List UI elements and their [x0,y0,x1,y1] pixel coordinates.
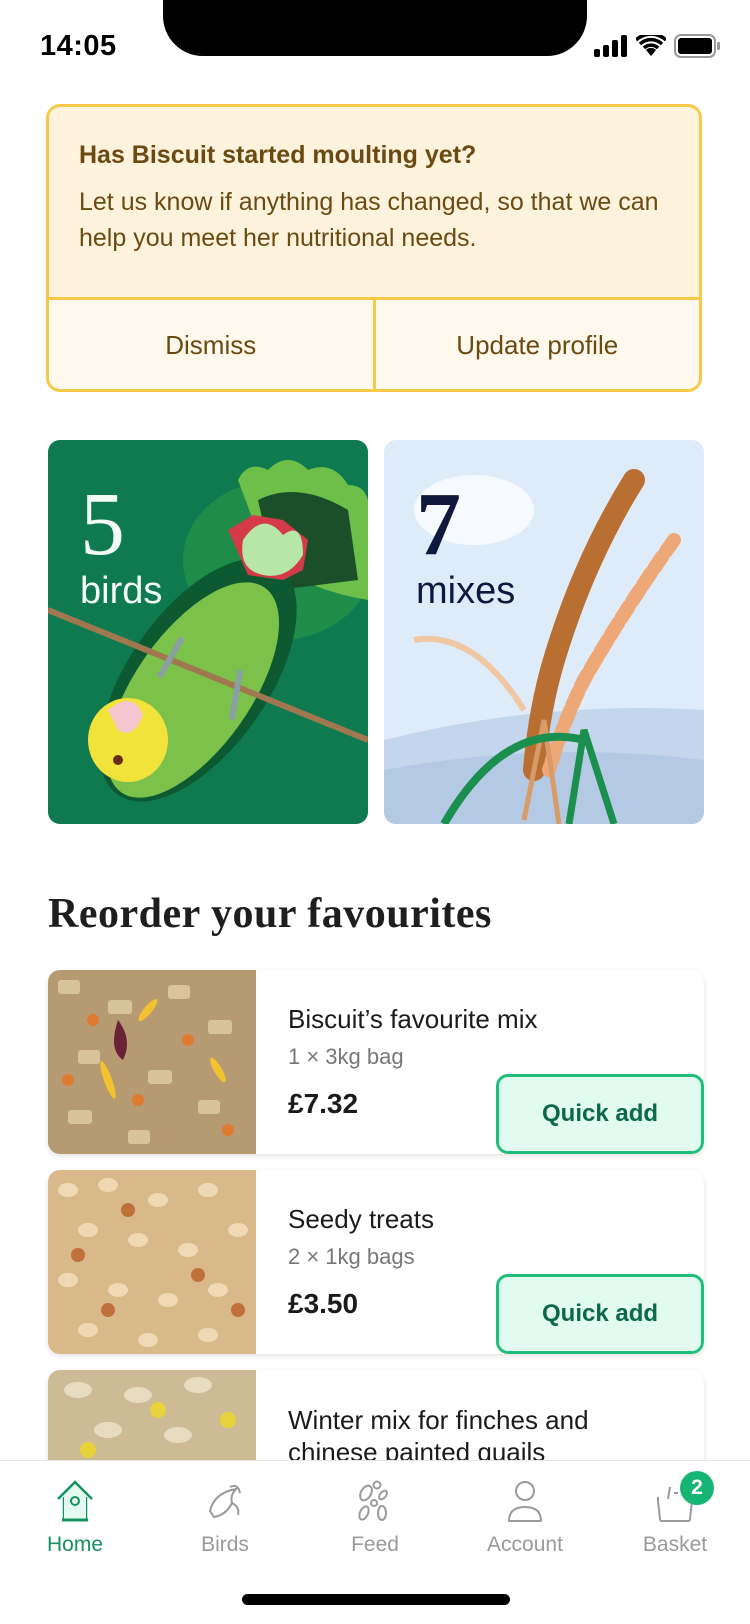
birds-tile[interactable]: 5 birds [48,440,368,824]
signal-icon [594,35,627,57]
product-price: £7.32 [288,1088,359,1119]
alert-body: Has Biscuit started moulting yet? Let us… [49,107,699,297]
tab-label: Feed [351,1533,399,1556]
tab-label: Home [46,1533,104,1556]
battery-icon [674,34,720,58]
product-name: Winter mix for finches and chinese paint… [288,1405,589,1467]
alert-title: Has Biscuit started moulting yet? [79,141,477,169]
tab-label: Birds [201,1533,249,1556]
seeds-icon [350,1479,400,1525]
basket-icon: 2 [650,1471,714,1525]
dismiss-button[interactable]: Dismiss [49,300,373,389]
tab-basket[interactable]: 2 Basket [600,1461,750,1571]
product-name: Biscuit’s favourite mix [288,1004,538,1034]
bird-icon [200,1479,250,1525]
mixes-label: mixes [416,570,516,612]
status-icons [594,34,720,58]
status-bar: 14:05 [0,0,750,90]
moulting-alert-card: Has Biscuit started moulting yet? Let us… [46,104,702,392]
tab-birds[interactable]: Birds [150,1461,300,1571]
alert-actions: Dismiss Update profile [49,297,700,389]
favourites-title: Reorder your favourites [48,891,492,937]
alert-text: Let us know if anything has changed, so … [79,188,659,252]
product-card[interactable]: Biscuit’s favourite mix 1 × 3kg bag £7.3… [48,970,704,1154]
mixes-tile[interactable]: 7 mixes [384,440,704,824]
birds-count: 5 [80,475,125,574]
product-quantity: 2 × 1kg bags [288,1244,415,1269]
product-image [48,970,256,1154]
quick-add-button[interactable]: Quick add [496,1274,704,1354]
tab-feed[interactable]: Feed [300,1461,450,1571]
person-icon [500,1479,550,1525]
birds-label: birds [80,570,163,612]
tab-label: Basket [642,1533,708,1556]
device-notch [163,0,587,56]
product-quantity: 1 × 3kg bag [288,1044,404,1069]
product-image [48,1170,256,1354]
tab-home[interactable]: Home [0,1461,150,1571]
product-name: Seedy treats [288,1204,434,1234]
home-indicator[interactable] [242,1594,510,1605]
mixes-count: 7 [416,475,461,574]
tab-account[interactable]: Account [450,1461,600,1571]
birdhouse-icon [50,1479,100,1525]
product-price: £3.50 [288,1288,359,1319]
basket-count-badge: 2 [680,1471,714,1505]
status-time: 14:05 [40,30,117,62]
tab-label: Account [487,1533,563,1556]
product-card[interactable]: Seedy treats 2 × 1kg bags £3.50 Quick ad… [48,1170,704,1354]
update-profile-button[interactable]: Update profile [372,300,700,389]
quick-add-button[interactable]: Quick add [496,1074,704,1154]
wifi-icon [636,35,666,56]
